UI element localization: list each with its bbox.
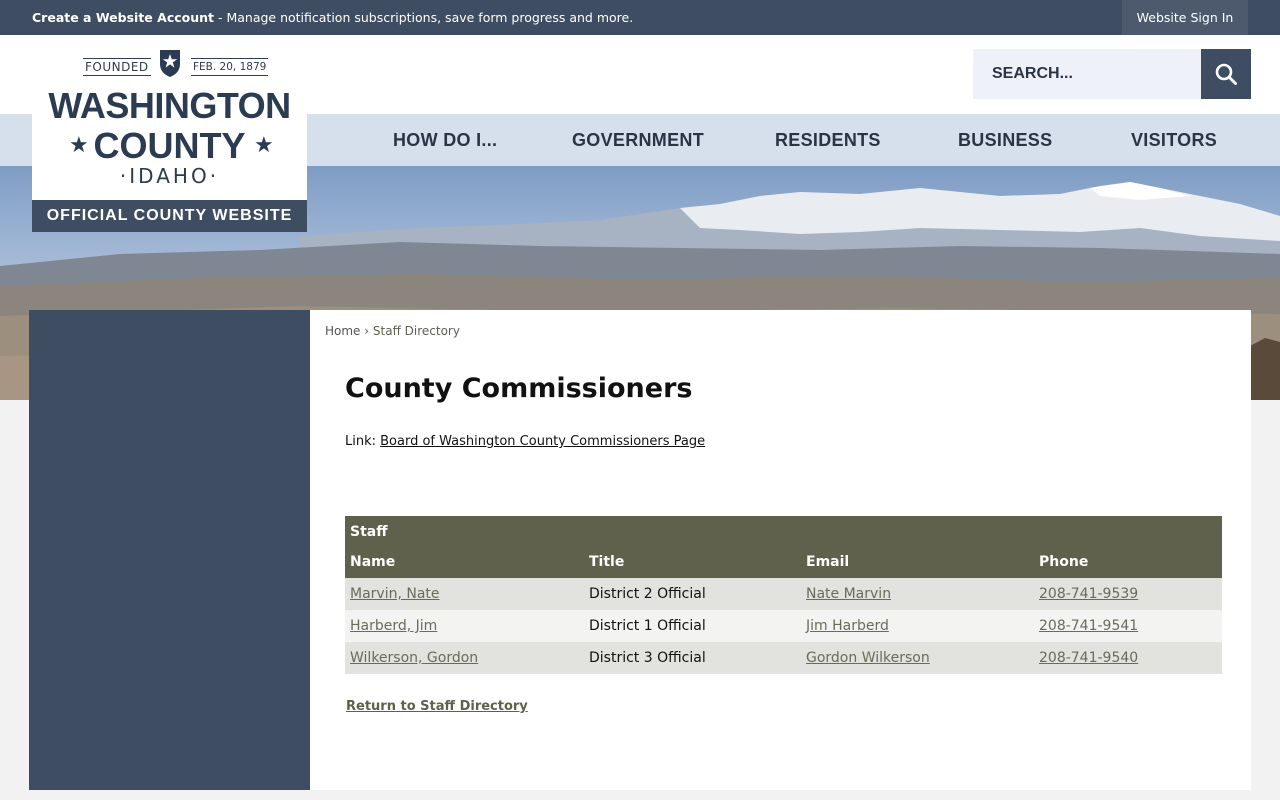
cell-name: Marvin, Nate [345,578,584,610]
related-link-line: Link: Board of Washington County Commiss… [345,434,705,449]
staff-table: Staff Name Title Email Phone Marvin, Nat… [345,516,1222,674]
nav-item-how-do-i[interactable]: HOW DO I... [393,114,497,166]
cell-email: Gordon Wilkerson [801,642,1034,674]
account-message-text: - Manage notification subscriptions, sav… [214,10,634,25]
column-header-name: Name [345,546,584,578]
return-to-staff-directory-link[interactable]: Return to Staff Directory [346,699,528,714]
logo-tagline: OFFICIAL COUNTY WEBSITE [32,200,307,232]
staff-email-link[interactable]: Nate Marvin [806,586,891,602]
table-row: Wilkerson, Gordon District 3 Official Go… [345,642,1222,674]
staff-name-link[interactable]: Harberd, Jim [350,618,437,634]
nav-item-business[interactable]: BUSINESS [958,114,1052,166]
cell-phone: 208-741-9540 [1034,642,1222,674]
search-icon [1215,63,1237,85]
nav-item-government[interactable]: GOVERNMENT [572,114,704,166]
table-caption-row: Staff [345,516,1222,546]
staff-title: District 3 Official [584,642,801,674]
column-header-email: Email [801,546,1034,578]
cell-email: Nate Marvin [801,578,1034,610]
main-content: Home › Staff Directory County Commission… [310,310,1251,790]
cell-name: Harberd, Jim [345,610,584,642]
staff-title: District 1 Official [584,610,801,642]
logo-state-text: ·IDAHO· [119,164,220,188]
sign-in-button[interactable]: Website Sign In [1122,0,1248,35]
staff-phone-link[interactable]: 208-741-9539 [1039,586,1138,602]
column-header-title: Title [584,546,801,578]
logo-washington-text: WASHINGTON [48,85,291,126]
link-prefix: Link: [345,434,381,449]
staff-email-link[interactable]: Gordon Wilkerson [806,650,930,666]
cell-name: Wilkerson, Gordon [345,642,584,674]
staff-phone-link[interactable]: 208-741-9541 [1039,618,1138,634]
nav-item-visitors[interactable]: VISITORS [1131,114,1217,166]
logo-founded-date: FEB. 20, 1879 [191,58,269,76]
search-box [973,49,1201,99]
shield-star-icon [158,48,182,82]
create-account-link[interactable]: Create a Website Account [32,10,214,25]
table-header-row: Name Title Email Phone [345,546,1222,578]
staff-name-link[interactable]: Wilkerson, Gordon [350,650,478,666]
staff-name-link[interactable]: Marvin, Nate [350,586,440,602]
table-caption: Staff [345,516,1222,546]
logo-founded-label: FOUNDED [83,58,151,76]
top-bar: Create a Website Account - Manage notifi… [0,0,1280,35]
staff-phone-link[interactable]: 208-741-9540 [1039,650,1138,666]
table-row: Marvin, Nate District 2 Official Nate Ma… [345,578,1222,610]
breadcrumb-home-link[interactable]: Home [325,324,360,338]
page-title: County Commissioners [345,373,693,404]
sidebar [29,310,310,790]
cell-phone: 208-741-9539 [1034,578,1222,610]
column-header-phone: Phone [1034,546,1222,578]
county-logo[interactable]: FOUNDED FEB. 20, 1879 WASHINGTON ★ COUNT… [32,35,307,232]
nav-item-residents[interactable]: RESIDENTS [775,114,881,166]
search-input[interactable] [973,49,1201,99]
breadcrumb-staff-directory-link[interactable]: Staff Directory [373,324,460,338]
cell-email: Jim Harberd [801,610,1034,642]
cell-phone: 208-741-9541 [1034,610,1222,642]
star-icon: ★ [254,133,274,158]
commissioners-page-link[interactable]: Board of Washington County Commissioners… [380,434,705,449]
staff-email-link[interactable]: Jim Harberd [806,618,889,634]
table-row: Harberd, Jim District 1 Official Jim Har… [345,610,1222,642]
staff-title: District 2 Official [584,578,801,610]
breadcrumb: Home › Staff Directory [325,324,460,338]
breadcrumb-separator: › [364,324,370,338]
account-message: Create a Website Account - Manage notifi… [32,10,633,25]
search-button[interactable] [1201,49,1251,99]
